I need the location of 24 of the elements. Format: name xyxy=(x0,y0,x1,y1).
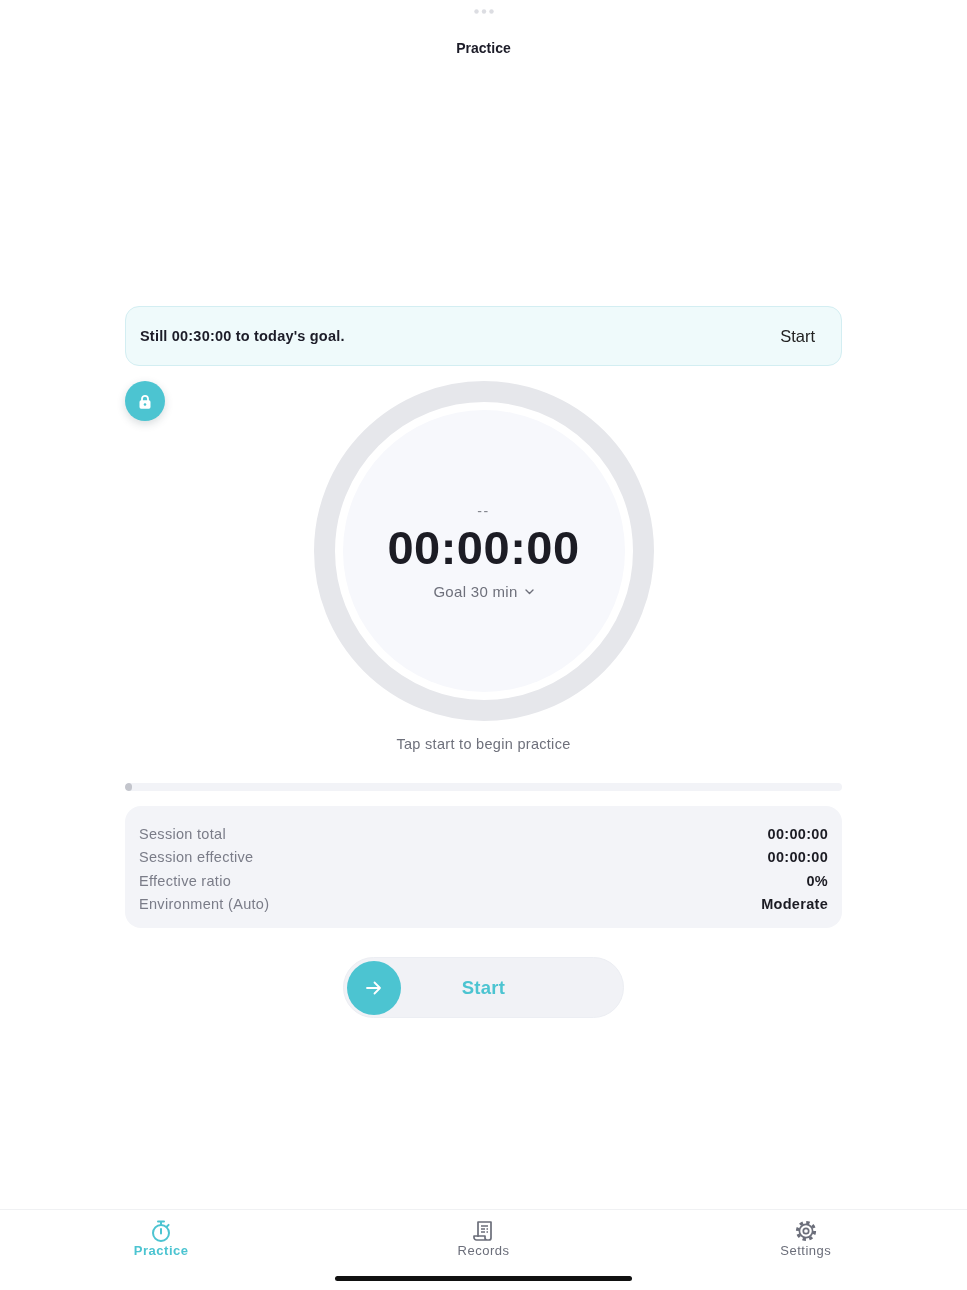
lock-icon xyxy=(139,393,151,409)
page-title: Practice xyxy=(456,39,511,58)
stat-label: Effective ratio xyxy=(139,871,232,891)
lock-button[interactable] xyxy=(125,381,165,421)
chevron-down-icon xyxy=(524,589,534,595)
slider-handle[interactable] xyxy=(347,961,401,1015)
stat-value: 00:00:00 xyxy=(767,824,828,844)
three-dots-icon[interactable] xyxy=(473,9,494,14)
start-link[interactable]: Start xyxy=(770,321,825,351)
tab[interactable]: Settings xyxy=(768,1210,844,1259)
stat-value: 00:00:00 xyxy=(767,848,828,868)
timer-status: -- xyxy=(477,503,490,519)
hint-text: Tap start to begin practice xyxy=(396,735,571,754)
gear-icon xyxy=(793,1219,818,1243)
stat-value: Moderate xyxy=(761,895,828,915)
stat-label: Session total xyxy=(139,824,226,844)
elapsed-time: 00:00:00 xyxy=(387,523,580,573)
tab[interactable]: Records xyxy=(445,1210,522,1259)
stat-label: Session effective xyxy=(139,848,254,868)
arrow-right-icon xyxy=(366,981,382,995)
goal-message: Still 00:30:00 to today's goal. xyxy=(140,327,345,346)
stat-value: 0% xyxy=(806,871,828,891)
goal-dropdown[interactable]: Goal 30 min xyxy=(431,582,536,602)
stat-label: Environment (Auto) xyxy=(139,895,270,915)
